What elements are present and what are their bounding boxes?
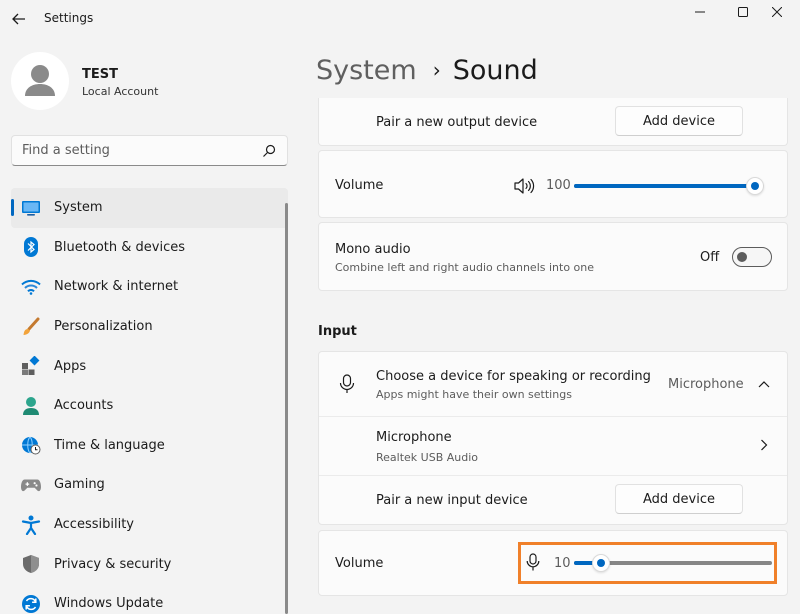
back-arrow-icon xyxy=(12,13,25,25)
toggle-knob xyxy=(737,252,747,262)
title-bar: Settings xyxy=(0,0,800,40)
divider xyxy=(319,475,787,476)
choose-device-title: Choose a device for speaking or recordin… xyxy=(376,369,651,384)
search-icon[interactable] xyxy=(262,144,276,158)
sidebar-item-personalization[interactable]: Personalization xyxy=(11,307,288,347)
microphone-device-row[interactable]: Microphone Realtek USB Audio xyxy=(319,417,787,475)
system-icon xyxy=(21,198,41,218)
username: TEST xyxy=(82,67,118,82)
input-section-title: Input xyxy=(318,324,357,339)
sidebar-item-privacy-security[interactable]: Privacy & security xyxy=(11,544,288,584)
input-device-card: Choose a device for speaking or recordin… xyxy=(318,351,788,525)
shield-icon xyxy=(21,554,41,574)
mono-audio-card: Mono audio Combine left and right audio … xyxy=(318,222,788,291)
output-volume-value: 100 xyxy=(546,178,571,193)
back-button[interactable] xyxy=(8,8,30,30)
selected-input-device: Microphone xyxy=(668,377,744,392)
sidebar-item-gaming[interactable]: Gaming xyxy=(11,465,288,505)
slider-fill xyxy=(574,184,755,188)
sidebar-item-accounts[interactable]: Accounts xyxy=(11,386,288,426)
pair-output-label: Pair a new output device xyxy=(376,115,538,130)
sidebar-scrollbar[interactable] xyxy=(285,203,288,614)
output-pair-card: Pair a new output device Add device xyxy=(318,98,788,146)
sidebar-item-label: Accounts xyxy=(54,398,114,414)
choose-input-device-row[interactable]: Choose a device for speaking or recordin… xyxy=(319,352,787,416)
chevron-right-icon xyxy=(761,439,768,451)
mono-audio-state: Off xyxy=(700,250,720,265)
sidebar-item-label: Privacy & security xyxy=(54,556,172,572)
mono-audio-toggle[interactable] xyxy=(732,247,772,267)
sidebar-item-bluetooth[interactable]: Bluetooth & devices xyxy=(11,228,288,268)
breadcrumb-parent[interactable]: System xyxy=(316,55,417,86)
user-avatar-icon xyxy=(25,65,55,96)
microphone-icon xyxy=(339,374,355,393)
accessibility-icon xyxy=(21,515,41,535)
globe-clock-icon xyxy=(21,435,41,455)
mono-audio-title: Mono audio xyxy=(335,242,411,257)
account-type: Local Account xyxy=(82,85,159,98)
sidebar-item-label: System xyxy=(54,200,103,216)
person-icon xyxy=(21,396,41,416)
chevron-right-icon: › xyxy=(432,58,441,82)
minimize-icon xyxy=(695,11,705,13)
highlight-annotation xyxy=(518,542,777,584)
choose-device-subtitle: Apps might have their own settings xyxy=(376,388,572,401)
output-volume-label: Volume xyxy=(335,178,384,193)
output-volume-card: Volume 100 xyxy=(318,150,788,218)
output-volume-slider[interactable] xyxy=(574,176,764,196)
speaker-icon[interactable] xyxy=(514,177,536,195)
mono-audio-subtitle: Combine left and right audio channels in… xyxy=(335,261,595,274)
apps-icon xyxy=(21,356,41,376)
sidebar-item-accessibility[interactable]: Accessibility xyxy=(11,505,288,545)
user-profile[interactable]: TEST Local Account xyxy=(11,52,291,114)
search-box[interactable] xyxy=(11,135,288,166)
sidebar-item-apps[interactable]: Apps xyxy=(11,346,288,386)
input-device-name: Microphone xyxy=(376,430,452,445)
sidebar-item-label: Windows Update xyxy=(54,596,164,612)
sidebar-nav: System Bluetooth & devices Network & int… xyxy=(11,188,288,614)
sidebar-item-windows-update[interactable]: Windows Update xyxy=(11,584,288,614)
sidebar-item-time-language[interactable]: Time & language xyxy=(11,426,288,466)
sidebar-item-label: Bluetooth & devices xyxy=(54,239,185,255)
app-title: Settings xyxy=(44,11,94,25)
close-icon xyxy=(772,7,782,17)
page-title: Sound xyxy=(452,54,538,86)
sidebar-item-label: Time & language xyxy=(54,437,165,453)
bluetooth-icon xyxy=(21,237,41,258)
avatar xyxy=(11,52,69,110)
wifi-icon xyxy=(21,277,41,297)
maximize-icon xyxy=(738,7,748,17)
breadcrumb: System › Sound xyxy=(316,52,538,88)
sidebar-item-label: Gaming xyxy=(54,477,105,493)
sidebar-item-network[interactable]: Network & internet xyxy=(11,267,288,307)
add-input-device-button[interactable]: Add device xyxy=(615,484,743,514)
add-output-device-button[interactable]: Add device xyxy=(615,106,743,136)
minimize-button[interactable] xyxy=(677,0,723,24)
sidebar-item-label: Apps xyxy=(54,358,87,374)
sidebar-item-system[interactable]: System xyxy=(11,188,288,228)
input-volume-label: Volume xyxy=(335,556,384,571)
close-button[interactable] xyxy=(754,0,800,24)
sidebar-item-label: Network & internet xyxy=(54,279,179,295)
chevron-up-icon[interactable] xyxy=(758,380,770,388)
gamepad-icon xyxy=(21,475,41,495)
pair-input-label: Pair a new input device xyxy=(376,493,528,508)
brush-icon xyxy=(21,317,41,337)
slider-thumb[interactable] xyxy=(746,177,764,195)
input-device-detail: Realtek USB Audio xyxy=(376,451,479,464)
search-input[interactable] xyxy=(22,141,252,160)
update-icon xyxy=(21,594,41,614)
sidebar-item-label: Accessibility xyxy=(54,517,134,533)
sidebar-item-label: Personalization xyxy=(54,319,153,335)
